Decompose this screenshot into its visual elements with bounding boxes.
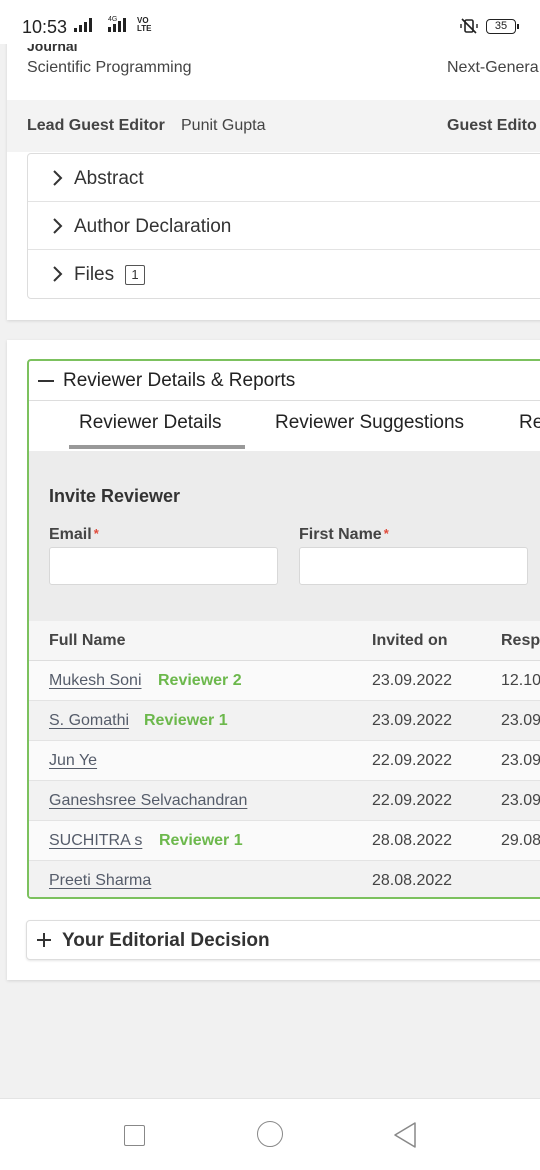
required-mark: * [93, 526, 99, 541]
battery-icon: 35 [486, 19, 519, 34]
table-row: Ganeshsree Selvachandran 22.09.2022 23.0… [29, 781, 540, 821]
first-name-field[interactable] [299, 547, 528, 585]
response-date: 23.09 [501, 712, 540, 729]
lead-guest-editor-name: Punit Gupta [181, 117, 266, 134]
invited-date: 22.09.2022 [372, 792, 453, 809]
chevron-right-icon [53, 218, 63, 234]
tab-reviewer-details[interactable]: Reviewer Details [79, 412, 222, 434]
journal-name: Scientific Programming [27, 59, 192, 76]
signal-icon [74, 18, 92, 32]
invite-reviewer-title: Invite Reviewer [49, 486, 181, 506]
table-row: Preeti Sharma 28.08.2022 [29, 861, 540, 897]
home-button[interactable] [257, 1121, 283, 1147]
manuscript-sections: Abstract Author Declaration Files 1 [27, 153, 540, 299]
recent-apps-button[interactable] [124, 1125, 145, 1146]
signal-icon-2 [108, 18, 126, 32]
invited-date: 22.09.2022 [372, 752, 453, 769]
abstract-label: Abstract [74, 168, 144, 189]
guest-editor-label: Guest Edito [447, 117, 537, 134]
reviewer-role-badge: Reviewer 1 [159, 832, 243, 849]
invited-date: 23.09.2022 [372, 672, 453, 689]
response-date: 23.09 [501, 752, 540, 769]
reviewer-role-badge: Reviewer 2 [158, 672, 242, 689]
editorial-decision-panel[interactable]: Your Editorial Decision [26, 920, 540, 960]
reviewer-name-link[interactable]: Preeti Sharma [49, 872, 151, 890]
invited-date: 23.09.2022 [372, 712, 453, 729]
collapse-minus-icon [38, 380, 54, 382]
reviewer-panel-title: Reviewer Details & Reports [63, 370, 296, 391]
lead-guest-editor-label: Lead Guest Editor [27, 117, 165, 134]
table-row: S. Gomathi Reviewer 1 23.09.2022 23.09 [29, 701, 540, 741]
response-date: 29.08 [501, 832, 540, 849]
invited-date: 28.08.2022 [372, 872, 453, 889]
col-full-name: Full Name [49, 632, 126, 649]
table-row: Jun Ye 22.09.2022 23.09 [29, 741, 540, 781]
manuscript-card: Journal Scientific Programming Next-Gene… [7, 30, 540, 320]
required-mark: * [383, 526, 389, 541]
reviewer-panel-header[interactable]: Reviewer Details & Reports [29, 361, 540, 401]
reviewer-name-link[interactable]: SUCHITRA s [49, 832, 142, 850]
reviewer-name-link[interactable]: Mukesh Soni [49, 672, 142, 690]
editorial-decision-title: Your Editorial Decision [62, 930, 270, 951]
first-name-label: First Name * [299, 526, 389, 543]
reviewer-role-badge: Reviewer 1 [144, 712, 228, 729]
response-date: 12.10 [501, 672, 540, 689]
expand-plus-icon [37, 933, 51, 947]
table-row: SUCHITRA s Reviewer 1 28.08.2022 29.08 [29, 821, 540, 861]
status-bar: 10:53 4G VO LTE 35 [0, 0, 540, 44]
reviewer-name-link[interactable]: Jun Ye [49, 752, 97, 770]
back-button[interactable] [392, 1121, 418, 1149]
vibrate-mute-icon [460, 18, 478, 34]
invited-date: 28.08.2022 [372, 832, 453, 849]
email-field[interactable] [49, 547, 278, 585]
files-section[interactable]: Files 1 [28, 250, 540, 298]
author-declaration-label: Author Declaration [74, 216, 232, 237]
col-response: Resp [501, 632, 540, 649]
chevron-right-icon [53, 170, 63, 186]
col-invited-on: Invited on [372, 632, 448, 649]
volte-indicator: VO LTE [137, 16, 152, 33]
table-row: Mukesh Soni Reviewer 2 23.09.2022 12.10 [29, 661, 540, 701]
special-issue-name: Next-Genera [447, 59, 539, 76]
tab-reports[interactable]: Re [519, 412, 540, 434]
abstract-section[interactable]: Abstract [28, 154, 540, 202]
chevron-right-icon [53, 266, 63, 282]
status-time: 10:53 [22, 17, 68, 37]
reviewer-table-header: Full Name Invited on Resp [29, 621, 540, 661]
editor-actions-card: Reviewer Details & Reports Reviewer Deta… [7, 340, 540, 980]
files-count-badge: 1 [125, 265, 145, 285]
tab-reviewer-suggestions[interactable]: Reviewer Suggestions [275, 412, 464, 434]
active-tab-indicator [69, 445, 245, 449]
response-date: 23.09 [501, 792, 540, 809]
files-label: Files [74, 264, 115, 285]
reviewer-name-link[interactable]: S. Gomathi [49, 712, 129, 730]
system-nav-bar [0, 1098, 540, 1170]
invite-reviewer-form: Invite Reviewer Email * First Name * [29, 451, 540, 621]
reviewer-name-link[interactable]: Ganeshsree Selvachandran [49, 792, 247, 810]
email-label: Email * [49, 526, 99, 543]
reviewer-tabs: Reviewer Details Reviewer Suggestions Re [29, 401, 540, 491]
reviewer-panel: Reviewer Details & Reports Reviewer Deta… [27, 359, 540, 899]
author-declaration-section[interactable]: Author Declaration [28, 202, 540, 250]
